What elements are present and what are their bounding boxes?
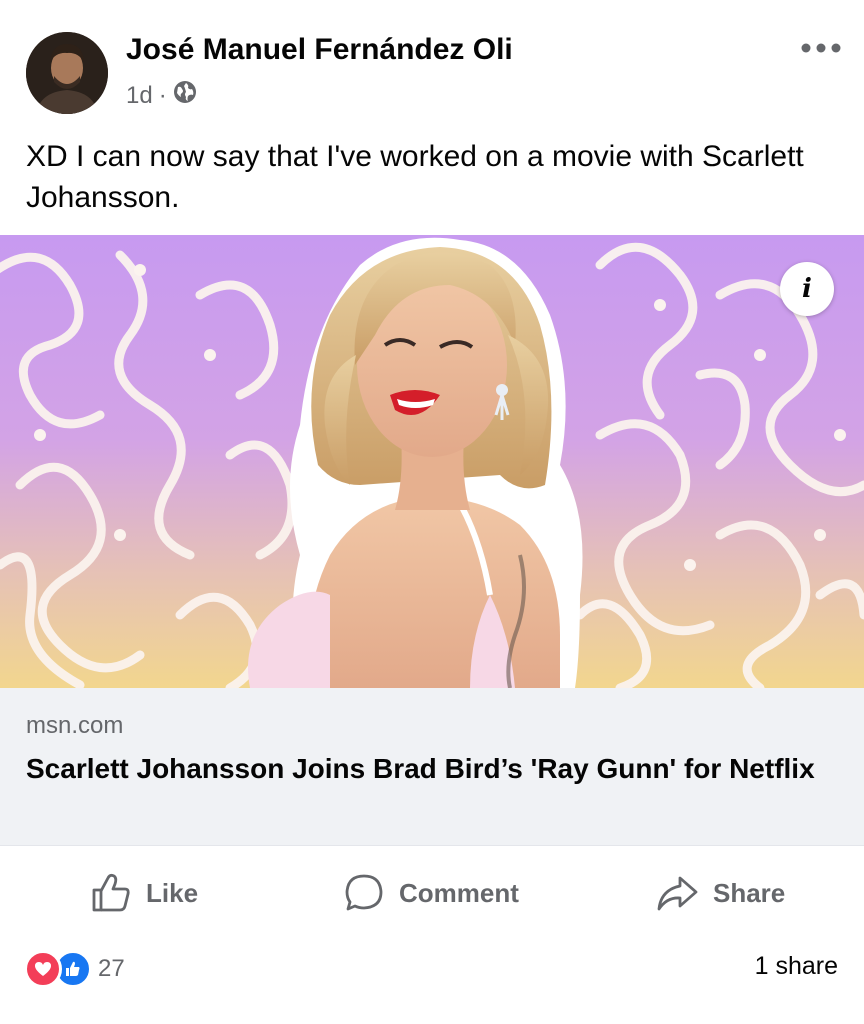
post-time[interactable]: 1d	[126, 82, 153, 110]
share-label: Share	[713, 877, 786, 908]
more-dots-icon	[801, 43, 841, 53]
meta-separator: ·	[158, 81, 167, 109]
like-label: Like	[146, 877, 199, 908]
love-reaction-icon	[24, 950, 62, 988]
share-count[interactable]: 1 share	[755, 952, 838, 981]
globe-icon	[173, 80, 197, 111]
share-arrow-icon	[657, 876, 698, 911]
article-photo	[0, 237, 864, 688]
post-text: XD I can now say that I've worked on a m…	[26, 140, 804, 214]
link-preview-details[interactable]: msn.com Scarlett Johansson Joins Brad Bi…	[0, 688, 864, 845]
ad-info-button[interactable]: i	[780, 262, 834, 316]
author-avatar[interactable]	[26, 32, 108, 114]
reaction-count: 27	[98, 955, 125, 982]
comment-icon	[345, 874, 383, 911]
facebook-post: José Manuel Fernández Oli 1d · XD I can …	[0, 0, 864, 1024]
post-meta: 1d ·	[126, 80, 197, 111]
like-button[interactable]: Like	[90, 862, 198, 924]
comment-button[interactable]: Comment	[343, 862, 519, 924]
thumbs-up-icon	[92, 873, 130, 912]
link-title: Scarlett Johansson Joins Brad Bird’s 'Ra…	[26, 753, 815, 784]
link-domain: msn.com	[26, 712, 124, 739]
more-options-button[interactable]	[796, 30, 846, 66]
share-button[interactable]: Share	[655, 862, 785, 924]
reactions-summary[interactable]: 27	[24, 950, 125, 988]
link-preview-image[interactable]	[0, 235, 864, 688]
author-name[interactable]: José Manuel Fernández Oli	[126, 33, 513, 67]
divider	[0, 845, 864, 846]
comment-label: Comment	[399, 877, 519, 908]
info-icon: i	[802, 274, 812, 304]
